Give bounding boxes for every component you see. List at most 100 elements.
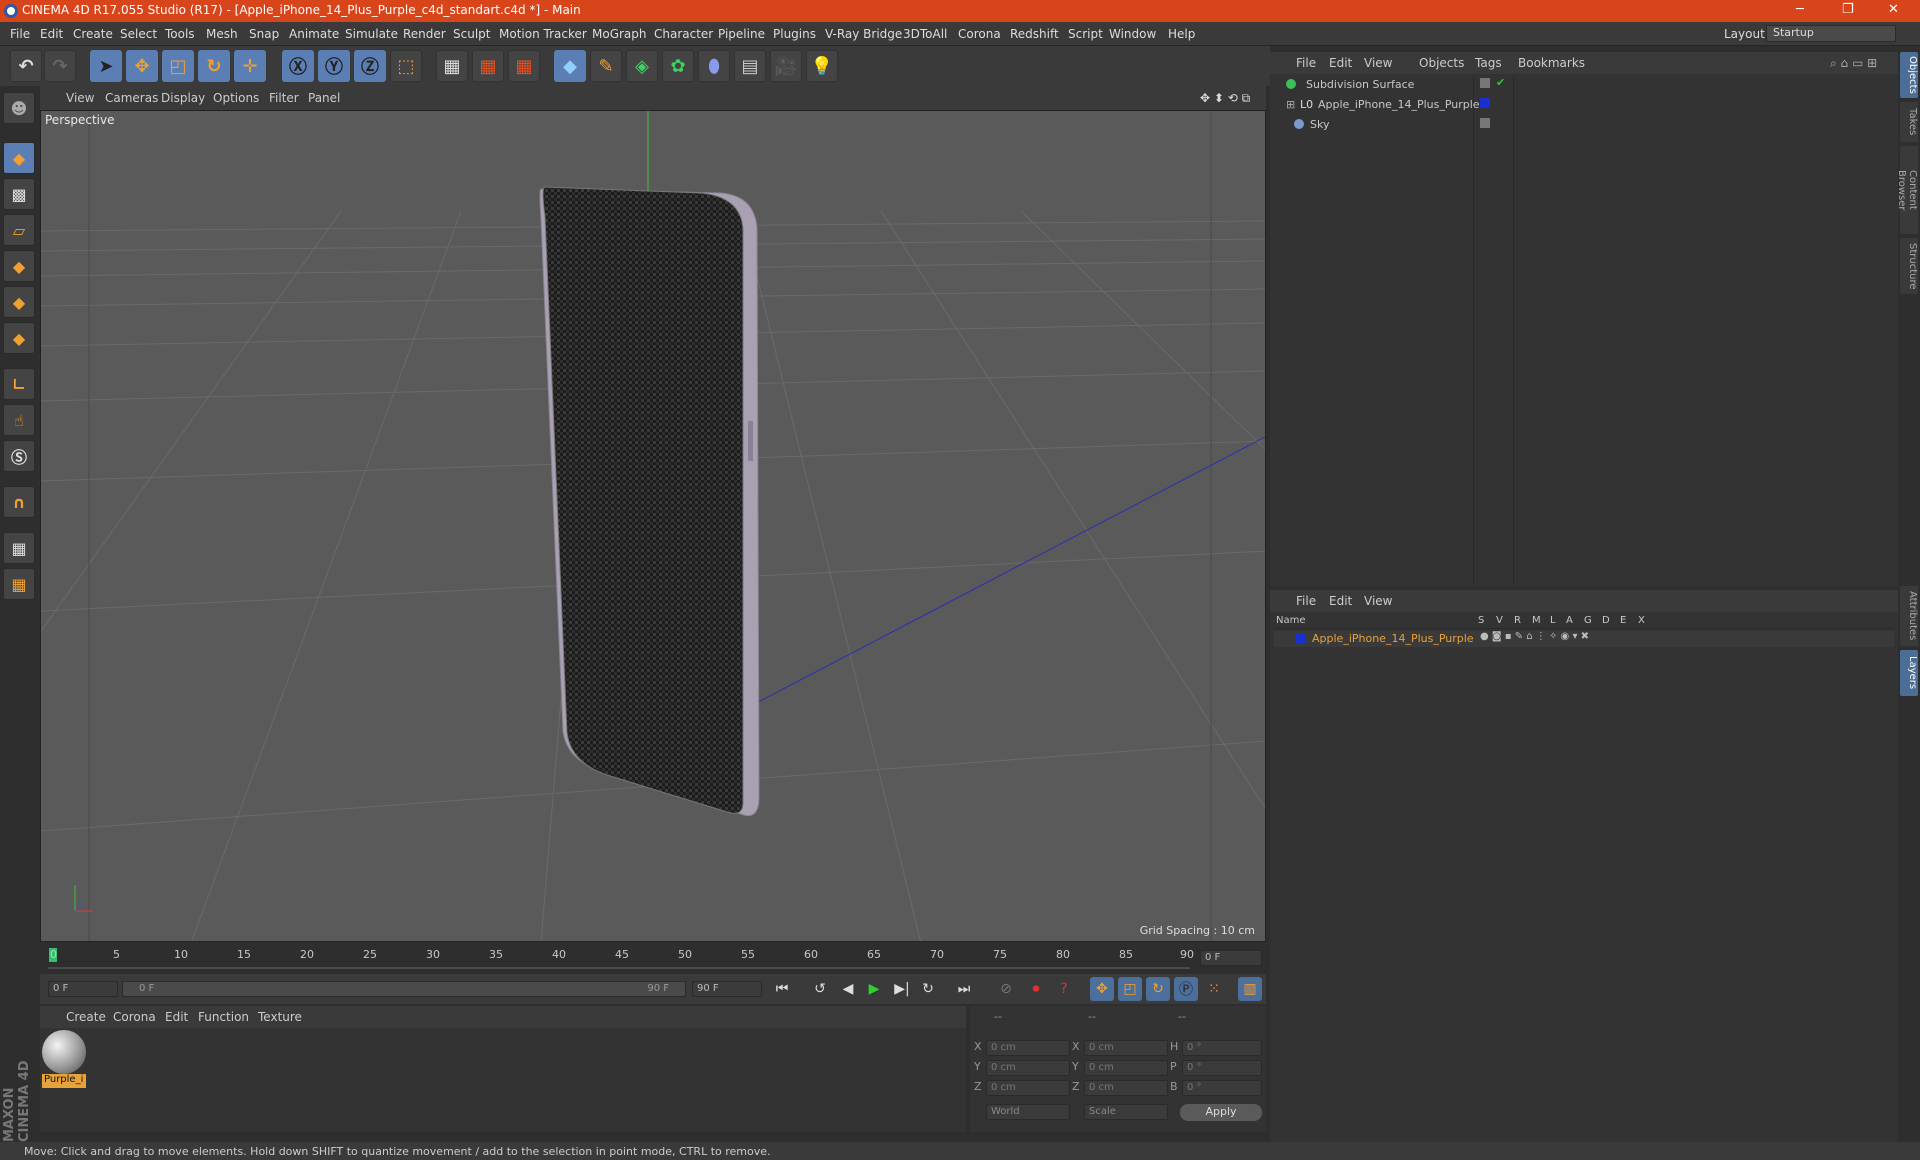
objects-menu-view[interactable]: View [1364,56,1392,70]
sculpt-mode-icon[interactable]: ☻ [3,92,35,124]
material-swatch[interactable] [42,1030,86,1074]
viewport-nav-icon[interactable]: ✥ ⬍ ⟲ ⧉ [1200,91,1250,106]
layer-toggle-icons[interactable]: ● ◙ ▪ ✎ ⌂ ⋮ ✧ ◉ ▾ ✖ [1480,631,1589,642]
material-menu-texture[interactable]: Texture [258,1010,302,1024]
viewport-menu-display[interactable]: Display [161,91,205,105]
material-name[interactable]: Purple_i [42,1074,86,1088]
go-to-end-icon[interactable]: ⏭ [952,977,976,1001]
position-y-field[interactable]: 0 cm [986,1060,1070,1076]
tab-content-browser[interactable]: Content Browser [1896,146,1918,234]
objects-menu-edit[interactable]: Edit [1329,56,1352,70]
menu-file[interactable]: File [10,27,30,41]
start-frame-field[interactable]: 0 F [48,981,118,997]
menu-corona[interactable]: Corona [958,27,1001,41]
current-frame-field[interactable]: 0 F [1200,950,1262,966]
coordinate-system-icon[interactable]: ⬚ [390,50,422,82]
restore-icon[interactable]: ❐ [1842,2,1854,17]
rotation-p-field[interactable]: 0 ° [1182,1060,1262,1076]
viewport-menu-cameras[interactable]: Cameras [105,91,158,105]
record-icon[interactable]: ⏺ [1024,977,1048,1001]
menu-help[interactable]: Help [1168,27,1195,41]
menu-mesh[interactable]: Mesh [206,27,238,41]
snap-icon[interactable]: Ⓢ [3,440,35,472]
menu-snap[interactable]: Snap [249,27,279,41]
object-row-sky[interactable]: Sky [1274,116,1474,134]
menu-edit[interactable]: Edit [40,27,63,41]
scale-tool-icon[interactable]: ◰ [162,50,194,82]
menu-redshift[interactable]: Redshift [1010,27,1059,41]
x-axis-icon[interactable]: Ⓧ [282,50,314,82]
spline-pen-icon[interactable]: ✎ [590,50,622,82]
menu-simulate[interactable]: Simulate [345,27,398,41]
layers-menu-edit[interactable]: Edit [1329,594,1352,608]
render-picture-viewer-icon[interactable]: ▦ [472,50,504,82]
size-x-field[interactable]: 0 cm [1084,1040,1168,1056]
material-menu-corona[interactable]: Corona [113,1010,156,1024]
texture-mode-icon[interactable]: ▩ [3,178,35,210]
material-menu-function[interactable]: Function [198,1010,249,1024]
viewport-menu-options[interactable]: Options [213,91,259,105]
objects-menu-tags[interactable]: Tags [1475,56,1502,70]
menu-script[interactable]: Script [1068,27,1103,41]
menu-create[interactable]: Create [73,27,113,41]
material-menu-edit[interactable]: Edit [165,1010,188,1024]
y-axis-icon[interactable]: Ⓨ [318,50,350,82]
menu-plugins[interactable]: Plugins [773,27,816,41]
deformer-icon[interactable]: ⬮ [698,50,730,82]
sky-layer-flag-icon[interactable] [1480,118,1490,128]
menu-character[interactable]: Character [654,27,713,41]
key-parameter-icon[interactable]: Ⓟ [1174,977,1198,1001]
object-row-iphone[interactable]: ⊞ L0 Apple_iPhone_14_Plus_Purple [1274,96,1480,114]
timeline-ruler[interactable]: 0 5 10 15 20 25 30 35 40 45 50 55 60 65 … [40,944,1266,974]
floor-icon[interactable]: ▤ [734,50,766,82]
position-z-field[interactable]: 0 cm [986,1080,1070,1096]
menu-3dtoall[interactable]: 3DToAll [903,27,947,41]
points-mode-icon[interactable]: ◆ [3,250,35,282]
camera-icon[interactable]: 🎥 [770,50,802,82]
play-icon[interactable]: ▶ [862,977,886,1001]
objects-menu-bookmarks[interactable]: Bookmarks [1518,56,1585,70]
undo-icon[interactable]: ↶ [10,50,42,82]
transform-tool-icon[interactable]: ✛ [234,50,266,82]
objects-menu-file[interactable]: File [1296,56,1316,70]
layers-menu-view[interactable]: View [1364,594,1392,608]
workplane-icon[interactable]: ▱ [3,214,35,246]
key-pla-icon[interactable]: ⁙ [1202,977,1226,1001]
subdivision-surface-icon[interactable]: ◈ [626,50,658,82]
key-scale-icon[interactable]: ◰ [1118,977,1142,1001]
layer-color-swatch[interactable] [1296,634,1306,644]
rotation-h-field[interactable]: 0 ° [1182,1040,1262,1056]
tab-attributes[interactable]: Attributes [1900,586,1918,646]
redo-icon[interactable]: ↷ [44,50,76,82]
menu-window[interactable]: Window [1109,27,1156,41]
tab-takes[interactable]: Takes [1900,102,1918,142]
motion-path-icon[interactable]: ⊘ [994,977,1018,1001]
menu-sculpt[interactable]: Sculpt [453,27,490,41]
cloner-icon[interactable]: ✿ [662,50,694,82]
tab-layers[interactable]: Layers [1900,650,1918,696]
world-dropdown[interactable]: World [986,1104,1070,1120]
object-row-subdivision[interactable]: Subdivision Surface [1274,76,1474,94]
size-y-field[interactable]: 0 cm [1084,1060,1168,1076]
position-x-field[interactable]: 0 cm [986,1040,1070,1056]
go-to-start-icon[interactable]: ⏮ [770,977,794,1001]
frame-range-slider[interactable]: 0 F 90 F [122,981,686,997]
close-icon[interactable]: ✕ [1888,2,1899,17]
light-icon[interactable]: 💡 [806,50,838,82]
menu-render[interactable]: Render [403,27,446,41]
rotation-b-field[interactable]: 0 ° [1182,1080,1262,1096]
menu-animate[interactable]: Animate [289,27,339,41]
lock-workplane-icon[interactable]: ▦ [3,532,35,564]
tab-structure[interactable]: Structure [1900,238,1918,294]
key-rotation-icon[interactable]: ↻ [1146,977,1170,1001]
render-view-icon[interactable]: ▦ [436,50,468,82]
tab-objects[interactable]: Objects [1900,52,1918,98]
minimize-icon[interactable]: ─ [1796,2,1804,17]
layer-name[interactable]: Apple_iPhone_14_Plus_Purple [1312,632,1474,645]
rotate-tool-icon[interactable]: ↻ [198,50,230,82]
z-axis-icon[interactable]: Ⓩ [354,50,386,82]
viewport-menu-view[interactable]: View [66,91,94,105]
tweak-mode-icon[interactable]: ☝ [3,404,35,436]
menu-vray-bridge[interactable]: V-Ray Bridge [825,27,902,41]
select-arrow-icon[interactable]: ➤ [90,50,122,82]
